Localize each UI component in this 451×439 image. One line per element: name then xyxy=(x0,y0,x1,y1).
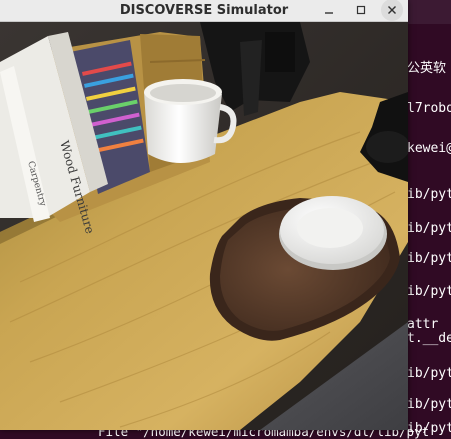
terminal-line: ib/pyt xyxy=(407,284,451,299)
simulator-window[interactable]: DISCOVERSE Simulator Wood Furniture Carp… xyxy=(0,0,408,430)
simulation-scene: Wood Furniture Carpentry xyxy=(0,22,408,430)
terminal-line: kewei@ xyxy=(407,141,451,156)
terminal-line: ib/pyt xyxy=(407,366,451,381)
window-titlebar[interactable]: DISCOVERSE Simulator xyxy=(0,0,408,22)
terminal-line: ib/pyt xyxy=(407,397,451,412)
maximize-icon xyxy=(356,5,366,15)
terminal-line: t.__de xyxy=(407,331,451,346)
terminal-line: l7robo xyxy=(407,101,451,116)
minimize-icon xyxy=(325,12,333,14)
minimize-button[interactable] xyxy=(318,0,340,21)
terminal-line: 公英软 xyxy=(407,61,447,76)
window-title: DISCOVERSE Simulator xyxy=(119,3,289,18)
close-button[interactable] xyxy=(381,0,403,21)
maximize-button[interactable] xyxy=(350,0,372,21)
terminal-line: ib/pyt xyxy=(407,187,451,202)
close-icon xyxy=(388,6,396,14)
terminal-line: ib/pyt xyxy=(407,221,451,236)
terminal-line: ib/pyt xyxy=(407,251,451,266)
simulation-viewport[interactable]: Wood Furniture Carpentry xyxy=(0,22,408,430)
